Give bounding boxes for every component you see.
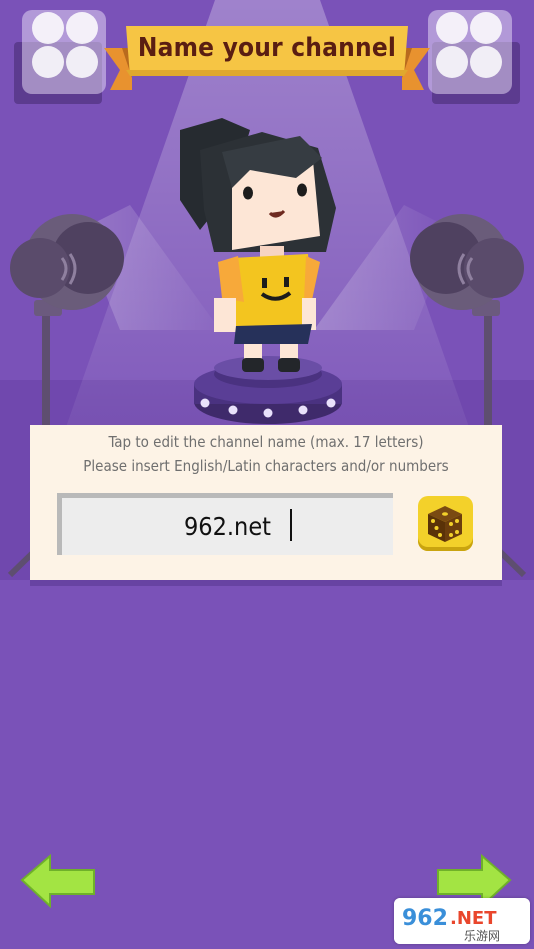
top-right-stage-light [428,10,520,104]
channel-name-field-frame [57,493,393,555]
site-watermark-logo: 962 .NET 乐游网 [394,898,530,944]
channel-name-panel: Tap to edit the channel name (max. 17 le… [30,425,502,580]
top-left-stage-light [14,10,106,104]
svg-text:乐游网: 乐游网 [464,929,500,943]
page-title: Name your channel [137,33,397,63]
character-pedestal [194,356,342,424]
random-name-dice-button[interactable] [418,496,473,551]
dice-icon [428,506,462,542]
svg-text:.NET: .NET [450,908,497,929]
back-arrow-button[interactable] [18,850,98,910]
character-hint-text: Please insert English/Latin characters a… [83,457,449,475]
svg-text:962: 962 [402,906,448,931]
edit-hint-text: Tap to edit the channel name (max. 17 le… [108,433,424,451]
game-screen: Name your channel Tap to edit the channe… [0,0,534,949]
channel-name-input[interactable] [62,498,393,555]
text-caret [290,509,292,541]
